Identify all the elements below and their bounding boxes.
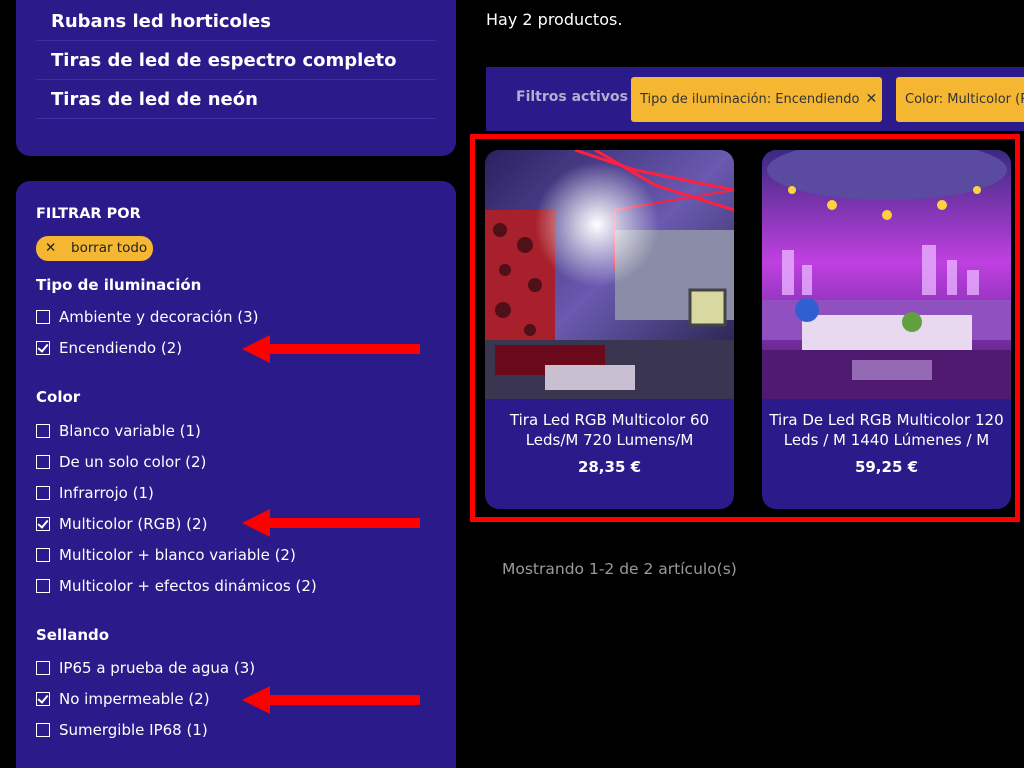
checkbox[interactable] [36, 424, 50, 438]
facet-title-tipo-iluminacion: Tipo de iluminación [36, 276, 202, 294]
annotation-arrow-icon [242, 335, 420, 363]
filter-option-label: Multicolor + efectos dinámicos (2) [59, 577, 317, 595]
active-filter-chip-label: Tipo de iluminación: Encendiendo [640, 92, 860, 107]
active-filters-bar: Filtros activos Tipo de iluminación: Enc… [486, 67, 1024, 131]
checkbox[interactable] [36, 548, 50, 562]
category-panel: Rubans led horticoles Tiras de led de es… [16, 0, 456, 156]
filter-option-label: IP65 a prueba de agua (3) [59, 659, 256, 677]
filter-option-label: Multicolor + blanco variable (2) [59, 546, 296, 564]
checkbox-checked[interactable] [36, 341, 50, 355]
filter-heading: FILTRAR POR [36, 206, 141, 222]
active-filter-chip[interactable]: Color: Multicolor (R [896, 77, 1024, 122]
clear-all-label: borrar todo [71, 240, 148, 256]
facet-title-color: Color [36, 388, 81, 406]
checkbox-checked[interactable] [36, 517, 50, 531]
active-filter-chip[interactable]: Tipo de iluminación: Encendiendo ✕ [631, 77, 882, 122]
product-image[interactable] [762, 150, 1011, 399]
product-card[interactable]: Tira De Led RGB Multicolor 120 Leds / M … [762, 150, 1011, 509]
active-filter-chip-label: Color: Multicolor (R [905, 92, 1024, 107]
checkbox[interactable] [36, 723, 50, 737]
product-name[interactable]: Tira Led RGB Multicolor 60 Leds/M 720 Lu… [485, 410, 734, 450]
product-card[interactable]: Tira Led RGB Multicolor 60 Leds/M 720 Lu… [485, 150, 734, 509]
filter-option-label: Infrarrojo (1) [59, 484, 154, 502]
filter-option-label: De un solo color (2) [59, 453, 207, 471]
filter-option-label: Blanco variable (1) [59, 422, 201, 440]
pagination-summary: Mostrando 1-2 de 2 artículo(s) [502, 560, 737, 578]
checkbox[interactable] [36, 310, 50, 324]
filter-option-label: Encendiendo (2) [59, 339, 183, 357]
filter-option-label: No impermeable (2) [59, 690, 210, 708]
filter-option-label: Sumergible IP68 (1) [59, 721, 208, 739]
product-price: 28,35 € [577, 458, 642, 476]
checkbox[interactable] [36, 455, 50, 469]
filter-panel: FILTRAR POR ✕ borrar todo Tipo de ilumina… [16, 181, 456, 768]
annotation-arrow-icon [242, 509, 420, 537]
clear-all-button[interactable]: ✕ borrar todo [36, 236, 153, 261]
checkbox[interactable] [36, 486, 50, 500]
close-icon[interactable]: ✕ [865, 91, 877, 107]
filter-option-label: Multicolor (RGB) (2) [59, 515, 208, 533]
facet-title-sellando: Sellando [36, 626, 110, 644]
category-link-neon[interactable]: Tiras de led de neón [36, 80, 436, 119]
product-name[interactable]: Tira De Led RGB Multicolor 120 Leds / M … [762, 410, 1011, 450]
product-price: 59,25 € [854, 458, 919, 476]
product-count: Hay 2 productos. [486, 10, 623, 29]
annotation-arrow-icon [242, 686, 420, 714]
checkbox[interactable] [36, 661, 50, 675]
checkbox[interactable] [36, 579, 50, 593]
category-link-espectro-completo[interactable]: Tiras de led de espectro completo [36, 41, 436, 80]
close-icon: ✕ [45, 240, 57, 256]
category-link-horticoles[interactable]: Rubans led horticoles [36, 2, 436, 41]
checkbox-checked[interactable] [36, 692, 50, 706]
filter-option-label: Ambiente y decoración (3) [59, 308, 259, 326]
active-filters-label: Filtros activos [516, 89, 628, 105]
product-image[interactable] [485, 150, 734, 399]
